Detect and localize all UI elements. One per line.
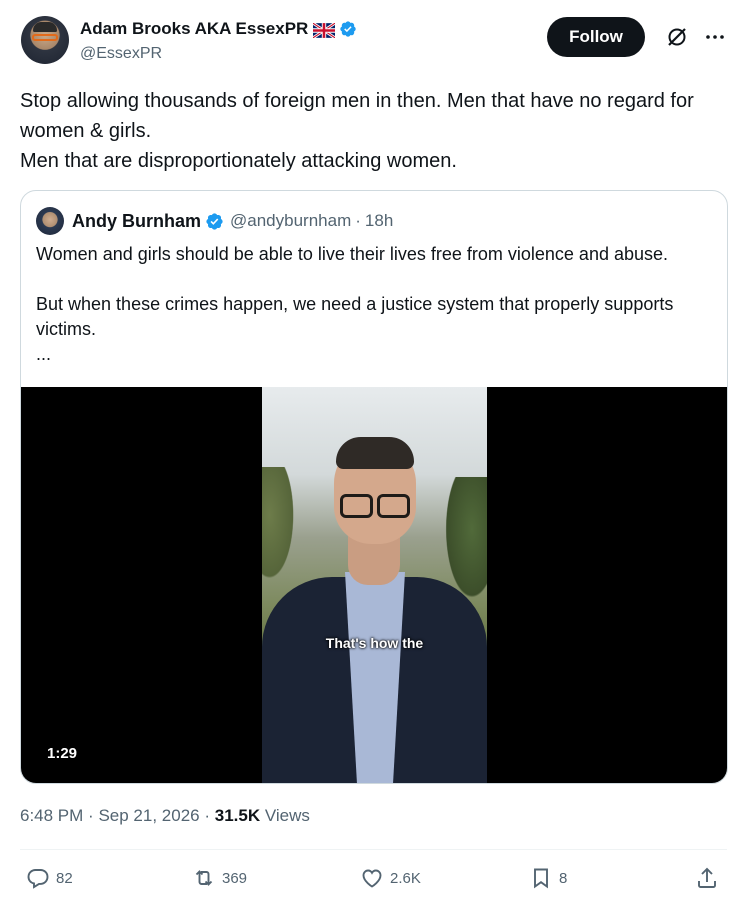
follow-button[interactable]: Follow [547,17,645,57]
repost-button[interactable]: 369 [192,866,247,890]
author-name-row[interactable]: Adam Brooks AKA EssexPR [80,18,357,40]
quoted-tweet[interactable]: Andy Burnham @andyburnham · 18h Women an… [20,190,728,784]
reply-icon [27,869,49,889]
tweet-time[interactable]: 6:48 PM [20,806,83,825]
separator-dot: · [88,806,94,825]
tweet-header: Adam Brooks AKA EssexPR @EssexPR Follow [21,16,727,68]
repost-count: 369 [222,869,248,887]
author-display-name[interactable]: Adam Brooks AKA EssexPR [80,18,308,40]
quoted-author-name: Andy Burnham [72,210,202,231]
uk-flag-icon [312,21,337,39]
quoted-tweet-body: Women and girls should be able to live t… [36,244,674,364]
author-info: Adam Brooks AKA EssexPR @EssexPR [80,18,357,65]
share-button[interactable] [695,866,725,890]
more-options-icon[interactable] [703,25,727,49]
views-label: Views [264,806,310,825]
bookmark-button[interactable]: 8 [529,866,567,890]
quoted-tweet-header: Andy Burnham @andyburnham · 18h [36,207,394,235]
verified-badge-icon [205,212,224,231]
author-avatar[interactable] [21,16,69,64]
reply-count: 82 [56,869,73,887]
tweet-meta: 6:48 PM · Sep 21, 2026 · 31.5K Views [20,806,310,826]
video-frame: That's how the [262,387,487,783]
share-icon [698,867,716,888]
verified-badge-icon[interactable] [339,20,357,38]
quoted-author-handle: @andyburnham [230,211,352,230]
bookmark-count: 8 [559,869,568,887]
tweet-body: Stop allowing thousands of foreign men i… [20,90,694,172]
heart-icon [362,869,382,888]
author-handle[interactable]: @EssexPR [80,43,357,65]
reply-button[interactable]: 82 [26,866,73,890]
video-caption: That's how the [325,635,424,651]
quoted-author-avatar [36,207,64,235]
action-bar: 82 369 2.6K 8 [26,866,726,896]
divider [20,849,727,850]
like-count: 2.6K [390,869,421,887]
tweet-date[interactable]: Sep 21, 2026 [98,806,199,825]
grok-icon[interactable] [665,25,689,49]
video-duration: 1:29 [47,745,78,762]
separator-dot: · [204,806,211,825]
repost-icon [195,870,213,886]
separator-dot: · [355,211,361,230]
quoted-tweet-time: 18h [364,211,394,230]
like-button[interactable]: 2.6K [360,866,421,890]
bookmark-icon [534,868,548,889]
video-player[interactable]: That's how the 1:29 [21,387,727,783]
views-count: 31.5K [214,806,261,825]
